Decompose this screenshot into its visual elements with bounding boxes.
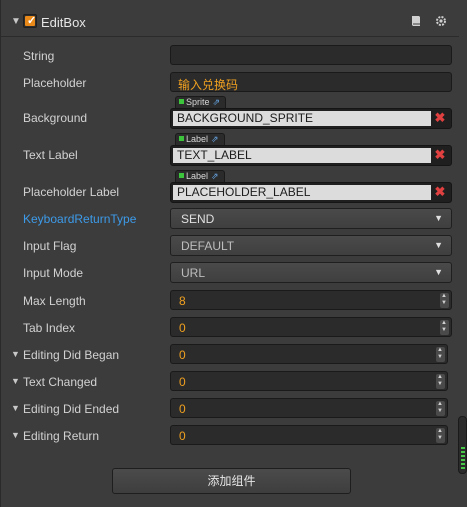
- input-flag-row: Input Flag DEFAULT ▼: [1, 235, 459, 257]
- component-title: EditBox: [41, 15, 86, 30]
- label-tag-text: Label: [186, 171, 209, 181]
- external-link-icon[interactable]: ⇗: [211, 171, 219, 181]
- input-flag-label: Input Flag: [23, 239, 77, 253]
- background-asset-field[interactable]: BACKGROUND_SPRITE ✖: [170, 108, 452, 129]
- placeholder-label-asset-value: PLACEHOLDER_LABEL: [173, 185, 431, 200]
- editing-return-value: 0: [179, 429, 186, 443]
- editing-did-ended-label: Editing Did Ended: [23, 402, 120, 416]
- label-tag-text: Label: [186, 134, 209, 144]
- editing-did-began-value: 0: [179, 348, 186, 362]
- editing-did-began-stepper[interactable]: ▲ ▼: [436, 347, 445, 362]
- input-mode-label: Input Mode: [23, 266, 84, 280]
- max-length-input[interactable]: 8 ▲ ▼: [170, 290, 452, 310]
- string-input[interactable]: [170, 45, 452, 65]
- checkmark-icon: ✓: [27, 15, 37, 27]
- placeholder-label: Placeholder: [23, 76, 87, 90]
- placeholder-label-asset-field[interactable]: PLACEHOLDER_LABEL ✖: [170, 182, 452, 203]
- placeholder-label-label: Placeholder Label: [23, 185, 120, 199]
- text-changed-label: Text Changed: [23, 375, 98, 389]
- dropdown-caret-icon: ▼: [434, 213, 443, 223]
- background-label: Background: [23, 111, 88, 125]
- text-label-asset-field[interactable]: TEXT_LABEL ✖: [170, 145, 452, 166]
- placeholder-row: Placeholder 输入兑换码: [1, 72, 459, 94]
- keyboard-return-type-value: SEND: [181, 212, 215, 226]
- help-book-icon[interactable]: [410, 15, 422, 27]
- tab-index-row: Tab Index 0 ▲ ▼: [1, 317, 459, 339]
- keyboard-return-type-select[interactable]: SEND ▼: [170, 208, 452, 229]
- dropdown-caret-icon: ▼: [434, 240, 443, 250]
- keyboard-return-type-label: KeyboardReturnType: [23, 212, 137, 226]
- text-changed-input[interactable]: 0 ▲ ▼: [170, 371, 448, 391]
- label-type-tag: Label ⇗: [175, 170, 225, 182]
- add-component-button[interactable]: 添加组件: [112, 468, 351, 494]
- tab-index-label: Tab Index: [23, 321, 76, 335]
- tab-index-input[interactable]: 0 ▲ ▼: [170, 317, 452, 337]
- editing-did-ended-input[interactable]: 0 ▲ ▼: [170, 398, 448, 418]
- component-header[interactable]: ▼ ✓ EditBox: [1, 9, 459, 37]
- text-label-asset-value: TEXT_LABEL: [173, 148, 431, 163]
- editing-did-began-row: ▼ Editing Did Began 0 ▲ ▼: [1, 344, 459, 366]
- clear-placeholder-label-icon[interactable]: ✖: [432, 184, 448, 200]
- input-mode-value: URL: [181, 266, 206, 280]
- editing-did-began-label: Editing Did Began: [23, 348, 120, 362]
- input-mode-row: Input Mode URL ▼: [1, 262, 459, 284]
- text-changed-row: ▼ Text Changed 0 ▲ ▼: [1, 371, 459, 393]
- input-mode-select[interactable]: URL ▼: [170, 262, 452, 283]
- sprite-tag-text: Sprite: [186, 97, 210, 107]
- editing-did-ended-value: 0: [179, 402, 186, 416]
- max-length-stepper[interactable]: ▲ ▼: [440, 293, 449, 308]
- expand-arrow-icon[interactable]: ▼: [11, 403, 20, 413]
- enabled-checkbox[interactable]: ✓: [23, 14, 37, 28]
- placeholder-label-row: Placeholder Label Label ⇗ PLACEHOLDER_LAB…: [1, 170, 459, 204]
- max-length-value: 8: [179, 294, 186, 308]
- keyboard-return-type-row: KeyboardReturnType SEND ▼: [1, 208, 459, 230]
- scrollbar[interactable]: [458, 416, 467, 474]
- placeholder-input[interactable]: 输入兑换码: [170, 72, 452, 92]
- editing-did-began-input[interactable]: 0 ▲ ▼: [170, 344, 448, 364]
- sprite-type-tag: Sprite ⇗: [175, 96, 227, 108]
- editing-did-ended-row: ▼ Editing Did Ended 0 ▲ ▼: [1, 398, 459, 420]
- gear-icon[interactable]: [435, 15, 447, 27]
- inspector-panel: ▼ ✓ EditBox String Placeholder 输入兑换码 Bac…: [0, 0, 467, 507]
- collapse-arrow-icon[interactable]: ▼: [11, 16, 21, 27]
- text-label-label: Text Label: [23, 148, 78, 162]
- clear-background-icon[interactable]: ✖: [432, 110, 448, 126]
- external-link-icon[interactable]: ⇗: [211, 134, 219, 144]
- string-row: String: [1, 45, 459, 67]
- input-flag-select[interactable]: DEFAULT ▼: [170, 235, 452, 256]
- input-flag-value: DEFAULT: [181, 239, 235, 253]
- expand-arrow-icon[interactable]: ▼: [11, 430, 20, 440]
- max-length-label: Max Length: [23, 294, 86, 308]
- editing-return-input[interactable]: 0 ▲ ▼: [170, 425, 448, 445]
- tab-index-stepper[interactable]: ▲ ▼: [440, 320, 449, 335]
- expand-arrow-icon[interactable]: ▼: [11, 376, 20, 386]
- editing-return-stepper[interactable]: ▲ ▼: [436, 428, 445, 443]
- text-changed-stepper[interactable]: ▲ ▼: [436, 374, 445, 389]
- background-asset-value: BACKGROUND_SPRITE: [173, 111, 431, 126]
- clear-text-label-icon[interactable]: ✖: [432, 147, 448, 163]
- tab-index-value: 0: [179, 321, 186, 335]
- label-type-tag: Label ⇗: [175, 133, 225, 145]
- text-changed-value: 0: [179, 375, 186, 389]
- editing-return-label: Editing Return: [23, 429, 100, 443]
- dropdown-caret-icon: ▼: [434, 267, 443, 277]
- max-length-row: Max Length 8 ▲ ▼: [1, 290, 459, 312]
- string-label: String: [23, 49, 55, 63]
- external-link-icon[interactable]: ⇗: [213, 97, 221, 107]
- expand-arrow-icon[interactable]: ▼: [11, 349, 20, 359]
- background-row: Background Sprite ⇗ BACKGROUND_SPRITE ✖: [1, 96, 459, 130]
- text-label-row: Text Label Label ⇗ TEXT_LABEL ✖: [1, 133, 459, 167]
- editing-did-ended-stepper[interactable]: ▲ ▼: [436, 401, 445, 416]
- editing-return-row: ▼ Editing Return 0 ▲ ▼: [1, 425, 459, 447]
